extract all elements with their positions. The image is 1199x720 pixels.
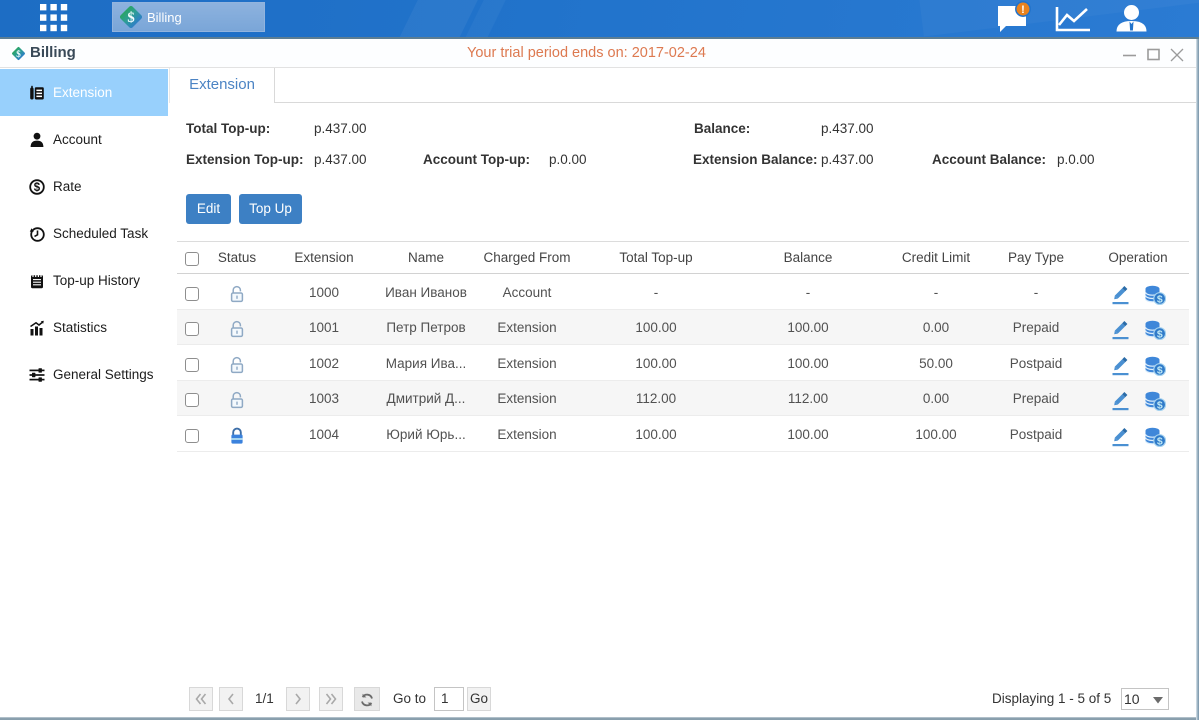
svg-text:$: $ — [1156, 328, 1162, 340]
svg-text:!: ! — [1021, 4, 1025, 16]
svg-text:$: $ — [1156, 293, 1162, 305]
svg-text:$: $ — [127, 10, 134, 26]
svg-text:$: $ — [1156, 364, 1162, 376]
svg-text:$: $ — [16, 49, 21, 59]
svg-text:$: $ — [1156, 399, 1162, 411]
svg-text:$: $ — [34, 182, 41, 194]
svg-text:$: $ — [1156, 435, 1162, 447]
